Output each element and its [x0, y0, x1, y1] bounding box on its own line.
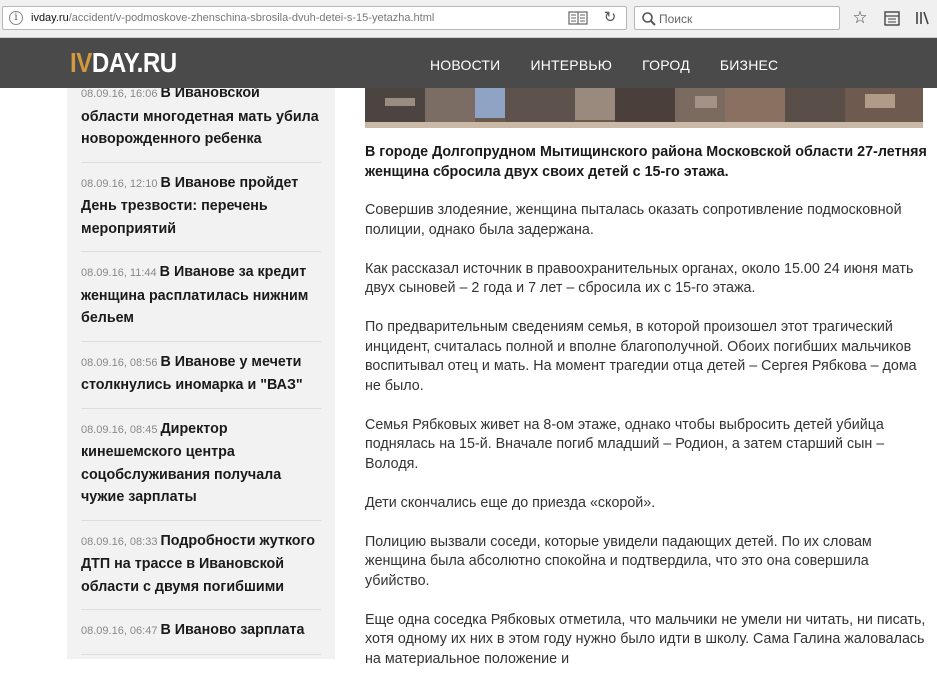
article-body: В городе Долгопрудном Мытищинского район… [365, 143, 930, 689]
nav-item-business[interactable]: БИЗНЕС [720, 57, 778, 73]
list-item[interactable]: 08.09.16, 08:33 Подробности жуткого ДТП н… [81, 521, 321, 610]
star-icon[interactable]: ☆ [851, 9, 869, 27]
nav-item-interview[interactable]: ИНТЕРВЬЮ [530, 57, 612, 73]
browser-toolbar: i ivday.ru/accident/v-podmoskove-zhensch… [0, 0, 937, 38]
url-host: ivday.ru [31, 12, 69, 24]
news-sidebar: 08.09.16, 16:06 В Ивановской области мног… [67, 88, 335, 659]
news-time: 08.09.16, 08:45 [81, 423, 158, 436]
list-item[interactable]: 08.09.16, 08:45 Директор кинешемского цен… [81, 409, 321, 521]
site-header: IVDAY.RU НОВОСТИ ИНТЕРВЬЮ ГОРОД БИЗНЕС [0, 38, 937, 88]
reload-icon[interactable]: ↻ [599, 9, 621, 27]
news-time: 08.09.16, 08:56 [81, 356, 158, 369]
article-paragraph: Как рассказал источник в правоохранитель… [365, 260, 914, 297]
article-paragraph: По предварительным сведениям семья, в ко… [365, 319, 917, 394]
search-icon [642, 12, 656, 26]
search-placeholder: Поиск [659, 12, 693, 26]
list-item[interactable]: 08.09.16, 11:44 В Иванове за кредит женщи… [81, 252, 321, 342]
article-photo [365, 88, 923, 128]
list-item[interactable]: 08.09.16, 06:47 В Иваново зарплата [81, 610, 321, 655]
reader-view-icon[interactable] [568, 11, 588, 25]
news-time: 08.09.16, 12:10 [81, 177, 158, 190]
article-lead: В городе Долгопрудном Мытищинского район… [365, 144, 927, 180]
list-item[interactable]: 08.09.16, 12:10 В Иванове пройдет День тр… [81, 163, 321, 252]
nav-item-city[interactable]: ГОРОД [642, 57, 690, 73]
search-bar[interactable]: Поиск [634, 6, 840, 30]
article-paragraph: Дети скончались еще до приезда «скорой». [365, 494, 656, 511]
site-logo[interactable]: IVDAY.RU [70, 47, 177, 79]
nav-item-news[interactable]: НОВОСТИ [430, 57, 500, 73]
info-icon[interactable]: i [9, 11, 23, 25]
url-path: /accident/v-podmoskove-zhenschina-sbrosi… [68, 12, 435, 24]
article-paragraph: Семья Рябковых живет на 8-ом этаже, одна… [365, 416, 885, 472]
logo-prefix: IV [70, 47, 92, 78]
news-title[interactable]: В Иваново зарплата [160, 622, 304, 638]
address-bar[interactable]: i ivday.ru/accident/v-podmoskove-zhensch… [2, 6, 627, 30]
news-time: 08.09.16, 16:06 [81, 88, 158, 100]
list-item[interactable]: 08.09.16, 16:06 В Ивановской области мног… [81, 88, 321, 163]
article-paragraph: Еще одна соседка Рябковых отметила, что … [365, 611, 926, 667]
logo-rest: DAY.RU [91, 47, 177, 78]
article-paragraph: Полицию вызвали соседи, которые увидели … [365, 533, 872, 589]
news-time: 08.09.16, 11:44 [81, 267, 157, 279]
news-list: 08.09.16, 16:06 В Ивановской области мног… [67, 88, 335, 655]
library-icon[interactable] [883, 9, 901, 27]
list-item[interactable]: 08.09.16, 08:56 В Иванове у мечети столкн… [81, 342, 321, 409]
news-time: 08.09.16, 08:33 [81, 535, 158, 548]
main-nav: НОВОСТИ ИНТЕРВЬЮ ГОРОД БИЗНЕС [430, 57, 808, 73]
toolbar-more-icon[interactable] [913, 9, 931, 27]
url-text[interactable]: ivday.ru/accident/v-podmoskove-zhenschin… [31, 12, 434, 24]
article-paragraph: Совершив злодеяние, женщина пыталась ока… [365, 202, 902, 238]
news-time: 08.09.16, 06:47 [81, 625, 158, 637]
